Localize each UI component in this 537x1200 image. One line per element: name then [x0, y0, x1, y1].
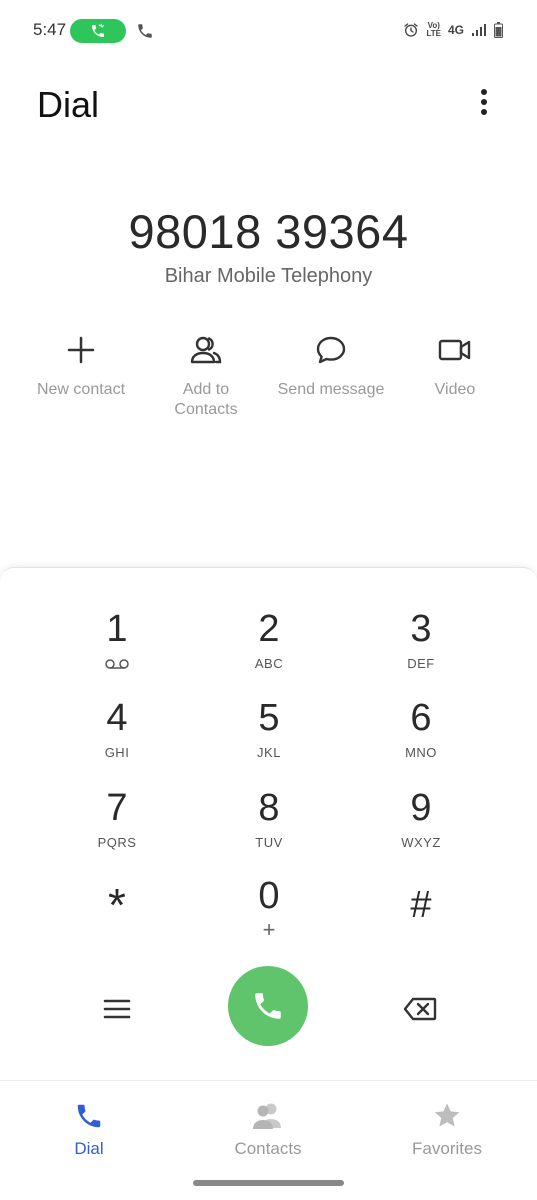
key-0[interactable]: 0 + [199, 873, 339, 959]
call-active-icon [92, 23, 104, 37]
tab-favorites[interactable]: Favorites [377, 1101, 517, 1159]
menu-button[interactable] [98, 990, 136, 1028]
message-icon [316, 336, 346, 364]
voicemail-icon [105, 659, 129, 669]
network-type: 4G [447, 23, 464, 37]
tab-contacts[interactable]: Contacts [198, 1101, 338, 1159]
plus-icon [67, 336, 95, 364]
video-label: Video [434, 381, 476, 398]
tab-dial-label: Dial [74, 1139, 104, 1158]
volte-indicator: Vo) LTE [426, 21, 441, 38]
menu-icon [103, 999, 131, 1019]
status-time: 5:47 [33, 20, 67, 39]
video-call-button[interactable]: Video [390, 330, 520, 400]
key-1[interactable]: 1 [47, 606, 187, 692]
phone-icon [138, 24, 152, 38]
video-icon [438, 339, 471, 361]
more-options-button[interactable] [471, 84, 497, 120]
tab-dial[interactable]: Dial [19, 1101, 159, 1159]
contacts-tab-icon [253, 1103, 281, 1129]
carrier-label: Bihar Mobile Telephony [164, 265, 373, 287]
key-5[interactable]: 5 JKL [199, 695, 339, 781]
backspace-icon [403, 997, 437, 1021]
key-star[interactable]: * [47, 873, 187, 959]
tab-contacts-label: Contacts [234, 1139, 302, 1158]
more-options-icon [481, 89, 487, 95]
backspace-button[interactable] [400, 990, 440, 1028]
key-3[interactable]: 3 DEF [351, 606, 491, 692]
dialed-number[interactable]: 98018 39364 [0, 204, 537, 259]
new-contact-button[interactable]: New contact [16, 330, 146, 400]
key-7[interactable]: 7 PQRS [47, 785, 187, 871]
battery-icon [494, 22, 503, 38]
tab-favorites-label: Favorites [412, 1139, 482, 1158]
contacts-icon [190, 336, 222, 364]
signal-icon [472, 24, 486, 36]
dial-tab-icon [77, 1104, 101, 1128]
quick-actions: New contact Add to Contacts Send message… [0, 330, 537, 430]
call-button[interactable] [228, 966, 308, 1046]
key-2[interactable]: 2 ABC [199, 606, 339, 692]
key-6[interactable]: 6 MNO [351, 695, 491, 781]
add-to-contacts-button[interactable]: Add to Contacts [141, 330, 271, 420]
status-icons: Vo) LTE 4G [403, 22, 503, 38]
key-hash[interactable]: # [351, 873, 491, 959]
home-indicator[interactable] [193, 1180, 344, 1186]
status-bar: 5:47 Vo) LTE 4G [0, 0, 537, 62]
alarm-icon [404, 23, 419, 37]
send-message-label: Send message [277, 381, 385, 398]
new-contact-label: New contact [36, 381, 126, 398]
add-to-contacts-label: Add to Contacts [174, 381, 238, 418]
star-icon [434, 1103, 460, 1127]
ongoing-call-pill[interactable] [70, 19, 126, 43]
key-4[interactable]: 4 GHI [47, 695, 187, 781]
call-icon [255, 993, 281, 1019]
page-title: Dial [37, 84, 100, 125]
key-8[interactable]: 8 TUV [199, 785, 339, 871]
key-9[interactable]: 9 WXYZ [351, 785, 491, 871]
send-message-button[interactable]: Send message [266, 330, 396, 400]
